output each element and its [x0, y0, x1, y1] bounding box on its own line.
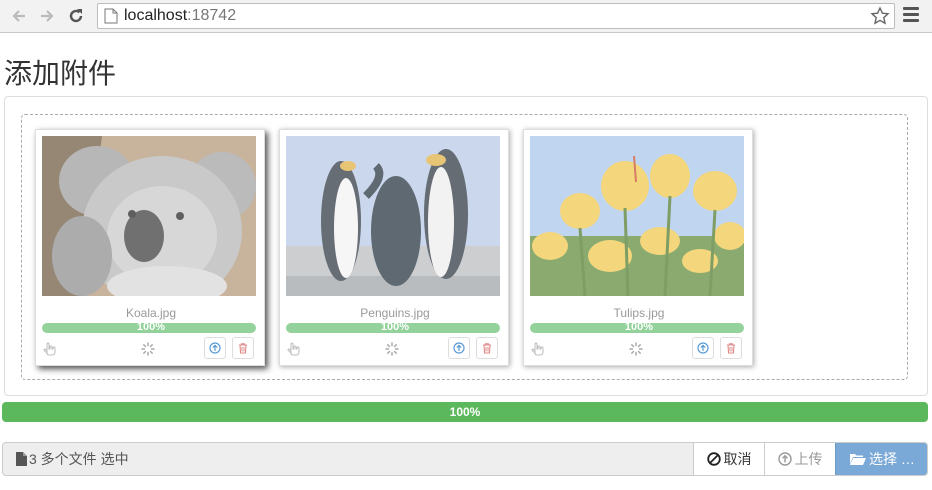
file-input-group: 3 多个文件 选中 取消 上传 选择 …	[2, 442, 928, 476]
file-drop-zone[interactable]: Koala.jpg 100% Penguins.jpg 100% Tulips.…	[21, 114, 908, 380]
trash-icon	[727, 343, 735, 354]
url-text: localhost:18742	[124, 7, 237, 24]
page-title: 添加附件	[4, 57, 117, 90]
browser-menu-button[interactable]	[903, 7, 919, 25]
overall-progress-bar: 100%	[2, 402, 928, 422]
loading-spinner-icon	[385, 342, 399, 356]
upload-file-button[interactable]	[204, 337, 226, 359]
drag-hand-icon[interactable]	[286, 340, 300, 356]
remove-file-button[interactable]	[232, 337, 254, 359]
cancel-button[interactable]: 取消	[693, 443, 764, 475]
drag-hand-icon[interactable]	[42, 340, 56, 356]
arrow-right-icon	[41, 10, 54, 22]
file-caption[interactable]: 3 多个文件 选中	[3, 443, 693, 475]
ban-icon	[706, 452, 721, 466]
circle-arrow-up-icon	[209, 342, 221, 354]
bookmark-star-icon[interactable]	[870, 6, 890, 26]
circle-arrow-up-icon	[697, 342, 709, 354]
drag-hand-icon[interactable]	[530, 340, 544, 356]
loading-spinner-icon	[629, 342, 643, 356]
file-thumbnail[interactable]: Koala.jpg 100%	[35, 129, 265, 366]
page-icon	[104, 8, 118, 24]
file-name: Penguins.jpg	[360, 306, 430, 320]
trash-icon	[239, 343, 247, 354]
file-preview-panel: Koala.jpg 100% Penguins.jpg 100% Tulips.…	[4, 96, 928, 396]
file-thumbnail[interactable]: Penguins.jpg 100%	[279, 129, 509, 366]
thumbnail-image-koala	[42, 136, 256, 296]
back-button[interactable]	[8, 5, 30, 27]
reload-icon	[69, 9, 83, 23]
forward-button[interactable]	[36, 5, 58, 27]
loading-spinner-icon	[141, 342, 155, 356]
upload-file-button[interactable]	[448, 337, 470, 359]
file-thumbnail[interactable]: Tulips.jpg 100%	[523, 129, 753, 366]
folder-open-icon	[850, 454, 867, 465]
remove-file-button[interactable]	[476, 337, 498, 359]
circle-arrow-up-icon	[777, 452, 792, 466]
browse-button[interactable]: 选择 …	[835, 443, 927, 475]
trash-icon	[483, 343, 491, 354]
thumbnail-image-penguins	[286, 136, 500, 296]
remove-file-button[interactable]	[720, 337, 742, 359]
browser-toolbar: localhost:18742	[0, 0, 932, 33]
file-progress-label: 100%	[380, 321, 410, 333]
file-progress-label: 100%	[136, 321, 166, 333]
reload-button[interactable]	[65, 5, 87, 27]
file-name: Koala.jpg	[125, 306, 177, 320]
upload-file-button[interactable]	[692, 337, 714, 359]
thumbnail-image-tulips	[530, 136, 744, 296]
arrow-left-icon	[12, 10, 25, 22]
file-caption-text: 3 多个文件 选中	[29, 451, 129, 467]
file-name: Tulips.jpg	[613, 306, 665, 320]
circle-arrow-up-icon	[453, 342, 465, 354]
file-progress-label: 100%	[624, 321, 654, 333]
upload-button[interactable]: 上传	[764, 443, 835, 475]
address-bar[interactable]: localhost:18742	[97, 3, 895, 29]
file-icon	[16, 452, 27, 466]
